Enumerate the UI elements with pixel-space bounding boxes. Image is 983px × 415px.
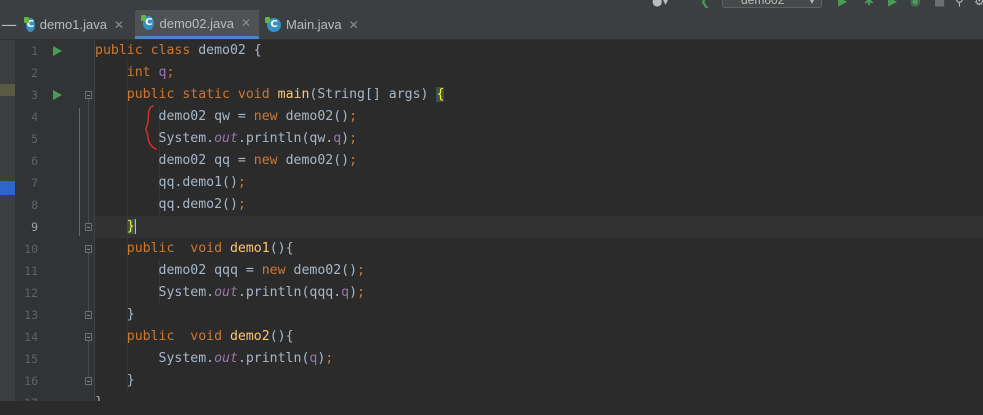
fold-guide bbox=[88, 253, 89, 311]
project-panel-strip bbox=[0, 40, 16, 415]
fold-icon[interactable] bbox=[85, 311, 92, 319]
line-number: 14 bbox=[24, 330, 38, 344]
java-class-icon: C bbox=[24, 16, 35, 32]
line-number: 16 bbox=[24, 374, 38, 388]
code-line-9[interactable]: } bbox=[95, 216, 136, 238]
menu-icon[interactable]: — bbox=[0, 10, 17, 39]
code-line-15[interactable]: System.out.println(q); bbox=[95, 348, 334, 370]
line-number: 12 bbox=[24, 286, 38, 300]
stop-icon[interactable]: ■ bbox=[934, 0, 945, 8]
debug-icon[interactable]: ✱ bbox=[864, 0, 874, 8]
code-line-5[interactable]: System.out.println(qw.q); bbox=[95, 128, 358, 150]
code-line-11[interactable]: demo02 qqq = new demo02(); bbox=[95, 260, 365, 282]
close-icon[interactable]: ✕ bbox=[241, 16, 251, 30]
tab-label: demo02.java bbox=[159, 15, 234, 31]
text-caret bbox=[134, 218, 136, 234]
code-line-3[interactable]: public static void main(String[] args) { bbox=[95, 84, 445, 106]
user-icon[interactable]: ●▾ bbox=[652, 0, 669, 8]
run-configuration-selector[interactable]: demo02 ▾ bbox=[722, 0, 822, 8]
code-line-13[interactable]: } bbox=[95, 304, 135, 326]
panel-selection-marker bbox=[0, 181, 15, 195]
vcs-change-marker bbox=[79, 108, 80, 236]
line-number: 2 bbox=[31, 66, 38, 80]
chevron-down-icon: ▾ bbox=[808, 0, 815, 7]
current-line-highlight bbox=[95, 216, 983, 238]
code-line-2[interactable]: int q; bbox=[95, 62, 175, 84]
fold-guide bbox=[88, 99, 89, 223]
line-number: 1 bbox=[31, 44, 38, 58]
fold-icon[interactable] bbox=[85, 245, 92, 253]
fold-icon[interactable] bbox=[85, 377, 92, 385]
line-number: 15 bbox=[24, 352, 38, 366]
fold-icon[interactable] bbox=[85, 223, 92, 231]
search-icon[interactable]: ⚲ bbox=[955, 0, 964, 8]
back-arrow-icon[interactable]: ❮ bbox=[700, 0, 710, 8]
gear-icon[interactable]: ⚙ bbox=[974, 0, 983, 8]
coverage-icon[interactable]: ▶ bbox=[888, 0, 897, 8]
close-icon[interactable]: ✕ bbox=[114, 18, 124, 32]
java-class-icon: C bbox=[140, 15, 155, 30]
run-configuration-label: demo02 bbox=[741, 0, 785, 7]
code-line-12[interactable]: System.out.println(qqq.q); bbox=[95, 282, 365, 304]
line-number-current: 9 bbox=[31, 220, 38, 234]
line-number: 6 bbox=[31, 154, 38, 168]
line-number: 11 bbox=[24, 264, 38, 278]
tab-main[interactable]: C Main.java ✕ bbox=[259, 10, 369, 39]
run-main-icon[interactable] bbox=[53, 90, 62, 100]
code-line-6[interactable]: demo02 qq = new demo02(); bbox=[95, 150, 358, 172]
code-line-4[interactable]: demo02 qw = new demo02(); bbox=[95, 106, 358, 128]
line-number: 3 bbox=[31, 88, 38, 102]
red-bracket-annotation bbox=[144, 105, 157, 150]
line-number: 13 bbox=[24, 308, 38, 322]
line-number: 8 bbox=[31, 198, 38, 212]
code-line-7[interactable]: qq.demo1(); bbox=[95, 172, 246, 194]
horizontal-scroll-area[interactable] bbox=[0, 401, 983, 415]
run-icon[interactable]: ▶ bbox=[838, 0, 847, 8]
code-line-10[interactable]: public void demo1(){ bbox=[95, 238, 294, 260]
panel-marker bbox=[0, 84, 15, 96]
fold-icon[interactable] bbox=[85, 333, 92, 341]
code-line-1[interactable]: public class demo02 { bbox=[95, 40, 262, 62]
main-toolbar: ●▾ ❮ demo02 ▾ ▶ ✱ ▶ ◉ ■ ⚲ ⚙ bbox=[0, 0, 983, 10]
line-number: 4 bbox=[31, 110, 38, 124]
close-icon[interactable]: ✕ bbox=[349, 18, 359, 32]
line-number: 10 bbox=[24, 242, 38, 256]
code-line-16[interactable]: } bbox=[95, 370, 135, 392]
run-class-icon[interactable] bbox=[53, 46, 62, 56]
tab-label: Main.java bbox=[286, 17, 342, 32]
editor-tab-bar: C demo1.java ✕ C demo02.java ✕ C Main.ja… bbox=[0, 10, 983, 40]
line-number: 5 bbox=[31, 132, 38, 146]
profile-icon[interactable]: ◉ bbox=[910, 0, 920, 8]
fold-icon[interactable] bbox=[85, 91, 92, 99]
tab-demo02[interactable]: C demo02.java ✕ bbox=[135, 10, 259, 39]
tab-demo1[interactable]: C demo1.java ✕ bbox=[18, 10, 132, 39]
tab-label: demo1.java bbox=[39, 17, 107, 32]
code-line-8[interactable]: qq.demo2(); bbox=[95, 194, 246, 216]
fold-guide bbox=[88, 341, 89, 377]
code-line-14[interactable]: public void demo2(){ bbox=[95, 326, 294, 348]
line-number: 7 bbox=[31, 176, 38, 190]
java-class-icon: C bbox=[265, 16, 281, 32]
